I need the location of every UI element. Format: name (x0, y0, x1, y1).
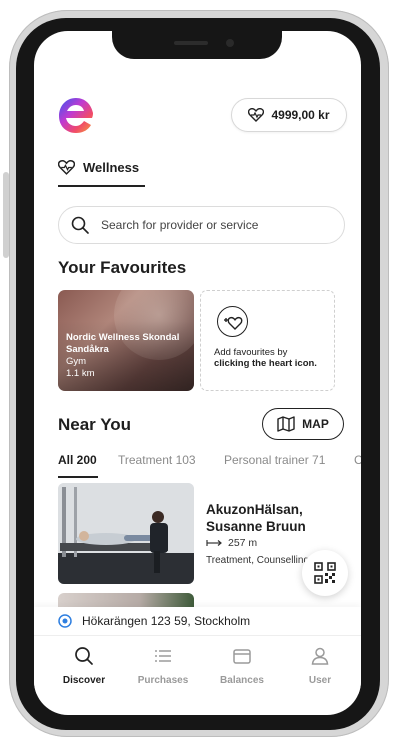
active-filter-underline (58, 476, 98, 478)
app-logo (59, 98, 93, 133)
nav-user-label: User (308, 675, 332, 686)
add-favourite-text-normal: Add favourites by (214, 347, 288, 358)
user-icon (311, 647, 329, 665)
search-input[interactable] (99, 217, 333, 233)
heart-pulse-icon (58, 159, 75, 175)
favourite-card-text: Nordic Wellness Skondal Sandåkra Gym 1.1… (66, 332, 194, 380)
search-icon (75, 647, 93, 665)
qr-scan-button[interactable] (302, 550, 348, 596)
favourite-distance: 1.1 km (66, 368, 95, 379)
phone-notch (112, 31, 282, 59)
listing-title[interactable]: AkuzonHälsan, Susanne Bruun (206, 501, 306, 535)
filter-tab-all[interactable]: All 200 (58, 453, 97, 467)
filter-tab-treatment[interactable]: Treatment 103 (118, 453, 196, 467)
tab-wellness[interactable]: Wellness (58, 149, 145, 187)
balance-amount: 4999,00 kr (271, 108, 330, 122)
list-icon (155, 650, 171, 662)
favourite-type: Gym (66, 356, 87, 367)
nav-discover[interactable]: Discover (49, 646, 119, 686)
phone-side-button (3, 172, 9, 258)
listing-distance-value: 257 m (228, 537, 258, 549)
map-button[interactable]: MAP (262, 408, 344, 440)
search-icon (71, 216, 89, 234)
listing-photo (58, 483, 194, 584)
map-icon (277, 416, 295, 432)
favourites-heading: Your Favourites (58, 258, 187, 277)
nav-purchases[interactable]: Purchases (128, 646, 198, 686)
qr-code-icon (314, 562, 336, 584)
listing-title-line2: Susanne Bruun (206, 519, 306, 534)
map-button-label: MAP (302, 417, 329, 431)
nav-user[interactable]: User (285, 646, 355, 686)
listing-image[interactable] (58, 483, 194, 584)
near-you-heading: Near You (58, 415, 132, 434)
nav-balances[interactable]: Balances (207, 646, 277, 686)
add-favourite-card[interactable]: Add favourites by clicking the heart ico… (200, 290, 335, 391)
location-address: Hökarängen 123 59, Stockholm (82, 614, 251, 628)
listing-title-line1: AkuzonHälsan, (206, 502, 303, 517)
listing-tags: Treatment, Counselling (206, 555, 310, 566)
favourite-name: Nordic Wellness Skondal Sandåkra (66, 332, 180, 355)
bottom-navigation: Discover Purchases Balances User (34, 635, 361, 694)
add-favourite-text-bold: clicking the heart icon. (214, 358, 317, 369)
filter-tab-more[interactable]: C (354, 453, 361, 467)
favourite-card[interactable]: Nordic Wellness Skondal Sandåkra Gym 1.1… (58, 290, 194, 391)
location-bar[interactable]: Hökarängen 123 59, Stockholm (34, 607, 361, 635)
nav-balances-label: Balances (220, 675, 264, 686)
heart-pulse-icon (248, 108, 265, 122)
listing-distance: 257 m (206, 537, 257, 549)
tab-wellness-label: Wellness (83, 159, 140, 175)
location-target-icon (58, 614, 72, 628)
search-bar[interactable] (58, 206, 345, 244)
add-favourite-text: Add favourites by clicking the heart ico… (214, 347, 329, 369)
wallet-icon (233, 649, 251, 664)
notch-speaker (174, 41, 208, 45)
distance-arrow-icon (206, 540, 222, 546)
nav-purchases-label: Purchases (137, 675, 189, 686)
nav-discover-label: Discover (62, 675, 106, 686)
app-screen: 4999,00 kr Wellness Your Favourites Nord… (34, 31, 361, 715)
notch-camera (226, 39, 234, 47)
filter-tab-personal-trainer[interactable]: Personal trainer 71 (224, 453, 325, 467)
add-favourite-icon (217, 306, 248, 337)
balance-button[interactable]: 4999,00 kr (231, 98, 347, 132)
